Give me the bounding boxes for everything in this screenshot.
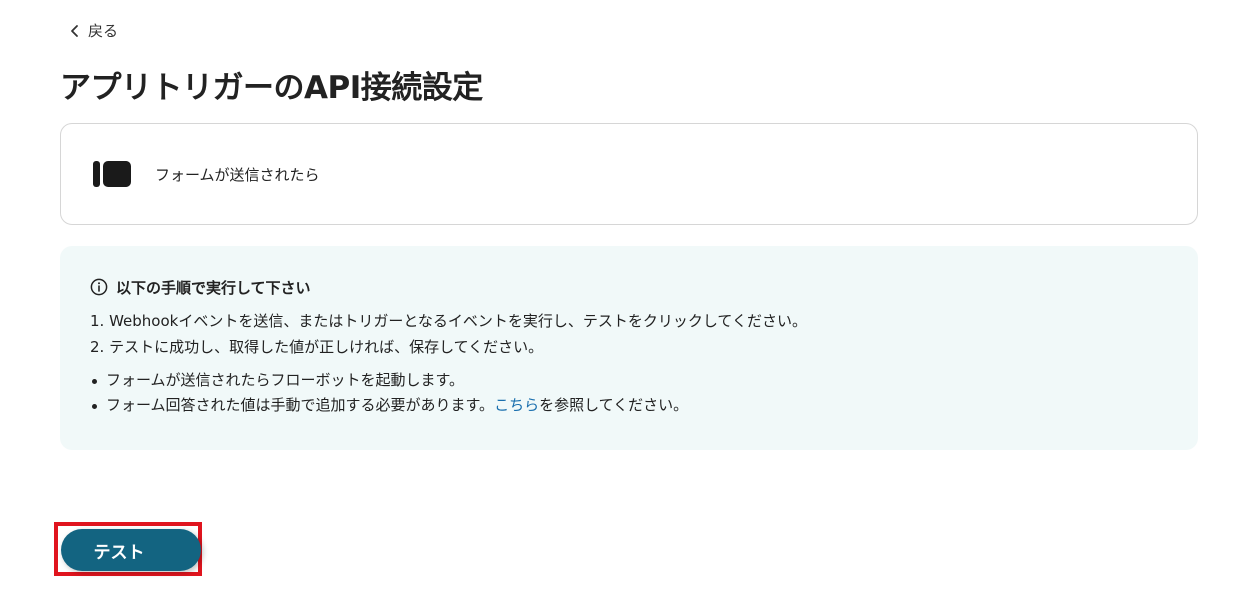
info-icon <box>90 278 108 296</box>
instructions-heading-text: 以下の手順で実行して下さい <box>116 278 311 297</box>
page-title: アプリトリガーのAPI接続設定 <box>60 70 483 106</box>
step-item: 1. Webhookイベントを送信、またはトリガーとなるイベントを実行し、テスト… <box>90 312 807 330</box>
trigger-card: フォームが送信されたら <box>60 123 1198 225</box>
chevron-left-icon <box>71 24 78 37</box>
instructions-panel: 以下の手順で実行して下さい 1. Webhookイベントを送信、またはトリガーと… <box>60 246 1198 450</box>
steps-list: 1. Webhookイベントを送信、またはトリガーとなるイベントを実行し、テスト… <box>90 308 1168 360</box>
note-text: を参照してください。 <box>539 396 689 414</box>
reference-link[interactable]: こちら <box>494 396 539 414</box>
app-logo-icon <box>93 161 131 187</box>
notes-list: フォームが送信されたらフローボットを起動します。 フォーム回答された値は手動で追… <box>90 368 1168 418</box>
note-text: フォーム回答された値は手動で追加する必要があります。 <box>106 396 495 414</box>
back-label: 戻る <box>88 22 119 40</box>
note-text: フォームが送信されたらフローボットを起動します。 <box>106 371 465 389</box>
note-item: フォームが送信されたらフローボットを起動します。 <box>90 368 1168 393</box>
test-button[interactable]: テスト <box>61 529 201 571</box>
note-item: フォーム回答された値は手動で追加する必要があります。こちらを参照してください。 <box>90 393 1168 418</box>
instructions-heading: 以下の手順で実行して下さい <box>90 276 1168 298</box>
back-link[interactable]: 戻る <box>68 20 118 41</box>
step-item: 2. テストに成功し、取得した値が正しければ、保存してください。 <box>90 338 544 356</box>
trigger-label: フォームが送信されたら <box>155 165 320 184</box>
